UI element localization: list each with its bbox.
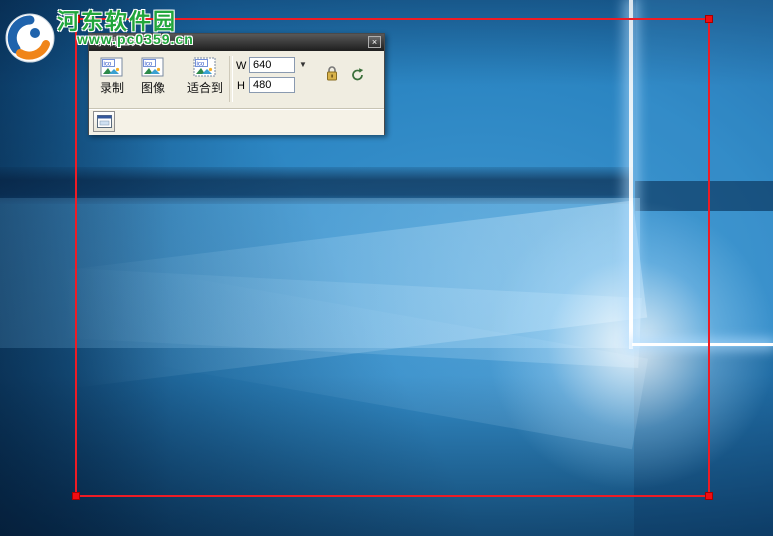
toolbar-body: ico 录制 ico 图像 ico 适合到 W 640 ▼ H 480: [89, 51, 384, 108]
capture-window-icon: [96, 115, 112, 128]
selection-handle-bottom-right[interactable]: [705, 492, 713, 500]
svg-text:ico: ico: [197, 62, 205, 68]
window-title: 录制工具: [95, 36, 143, 48]
height-input[interactable]: [249, 77, 295, 93]
titlebar[interactable]: 录制工具 ×: [89, 34, 384, 51]
reset-arrow-icon[interactable]: [350, 67, 365, 82]
selection-handle-bottom-left[interactable]: [72, 492, 80, 500]
svg-text:ico: ico: [145, 62, 153, 68]
close-button[interactable]: ×: [368, 36, 381, 48]
selection-handle-top-right[interactable]: [705, 15, 713, 23]
fit-to-button[interactable]: ico 适合到: [182, 56, 228, 96]
capture-mode-button[interactable]: [93, 111, 115, 132]
image-button-label: 图像: [140, 81, 165, 95]
lock-icon[interactable]: [325, 65, 339, 82]
record-ico-icon: ico: [100, 56, 124, 78]
fit-to-button-label: 适合到: [186, 81, 223, 95]
record-button[interactable]: ico 录制: [91, 56, 133, 96]
record-button-label: 录制: [99, 81, 124, 95]
height-label: H: [237, 80, 245, 92]
svg-text:ico: ico: [104, 62, 112, 68]
image-ico-icon: ico: [141, 56, 165, 78]
chevron-down-icon[interactable]: ▼: [299, 60, 307, 69]
width-input[interactable]: [249, 57, 295, 73]
image-button[interactable]: ico 图像: [132, 56, 174, 96]
desktop: 录制工具 × ico 录制 ico 图像 ico 适合到 W 640 ▼ H 4…: [0, 0, 773, 536]
selection-handle-top-left[interactable]: [72, 15, 80, 23]
toolbar-separator: [229, 56, 233, 102]
width-label: W: [236, 60, 247, 72]
fit-to-ico-icon: ico: [193, 56, 217, 78]
toolbar-bottom-strip: [89, 108, 384, 135]
recorder-toolbar-window: 录制工具 × ico 录制 ico 图像 ico 适合到 W 640 ▼ H 4…: [88, 33, 385, 135]
